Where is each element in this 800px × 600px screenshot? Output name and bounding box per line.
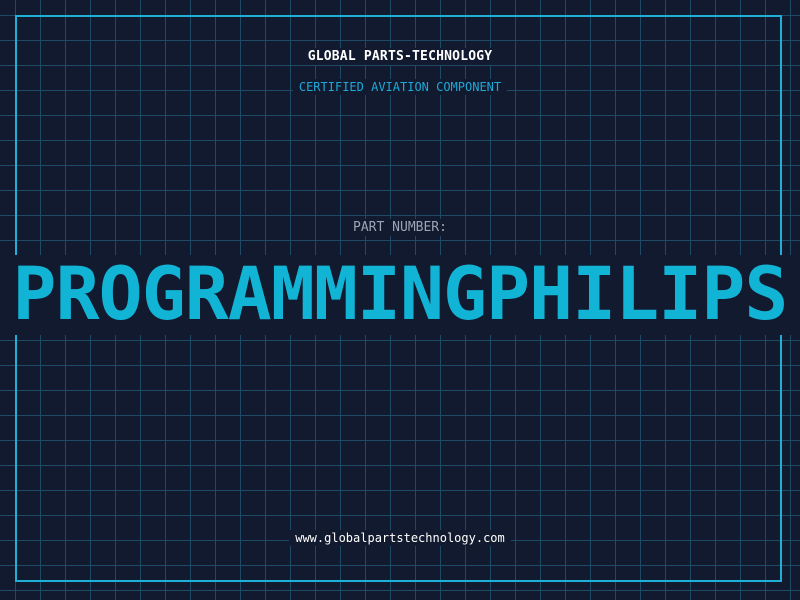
certificate-canvas: GLOBAL PARTS-TECHNOLOGY CERTIFIED AVIATI… (0, 0, 800, 600)
company-name: GLOBAL PARTS-TECHNOLOGY (0, 48, 800, 65)
certification-subtitle-text: CERTIFIED AVIATION COMPONENT (292, 79, 508, 95)
certification-subtitle: CERTIFIED AVIATION COMPONENT (0, 79, 800, 95)
company-name-text: GLOBAL PARTS-TECHNOLOGY (301, 48, 499, 65)
part-number-label-text: PART NUMBER: (347, 219, 453, 236)
website-url: www.globalpartstechnology.com (0, 530, 800, 546)
website-url-text: www.globalpartstechnology.com (289, 530, 511, 546)
part-number-label: PART NUMBER: (0, 219, 800, 236)
part-number-value: PROGRAMMINGPHILIPS (12, 257, 789, 333)
